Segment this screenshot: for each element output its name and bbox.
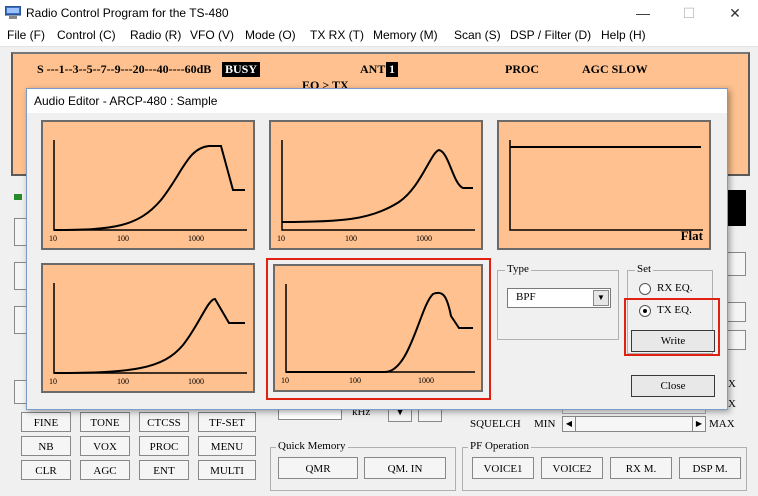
tick-label: 10 [49,234,57,243]
menu-mode[interactable]: Mode (O) [245,28,296,42]
dsp-m-button[interactable]: DSP M. [679,457,741,479]
close-window-button[interactable]: ✕ [712,0,758,26]
quick-memory-label: Quick Memory [276,440,348,452]
s-meter-scale: S ---1--3--5--7--9---20---40----60dB [37,62,212,76]
tf-set-button[interactable]: TF-SET [198,412,256,432]
tick-label: 1000 [188,377,204,386]
ctcss-button[interactable]: CTCSS [139,412,189,432]
highlight-tx-eq-write [624,298,720,356]
menu-txrx[interactable]: TX RX (T) [310,28,364,42]
minimize-button[interactable]: — [620,0,666,26]
menu-scan[interactable]: Scan (S) [454,28,501,42]
dialog-title: Audio Editor - ARCP-480 : Sample [34,94,218,108]
side-button[interactable] [726,252,746,276]
audio-editor-dialog: Audio Editor - ARCP-480 : Sample 10 100 … [26,88,728,410]
rx-eq-radio[interactable]: RX EQ. [639,282,709,296]
menu-file[interactable]: File (F) [7,28,45,42]
menu-dsp-filter[interactable]: DSP / Filter (D) [510,28,591,42]
proc-button[interactable]: PROC [139,436,189,456]
close-button[interactable]: Close [631,375,715,397]
app-icon [5,6,21,19]
tick-label: 10 [277,234,285,243]
multi-button[interactable]: MULTI [198,460,256,480]
clr-button[interactable]: CLR [21,460,71,480]
menu-control[interactable]: Control (C) [57,28,116,42]
chevron-down-icon[interactable]: ▼ [593,290,609,306]
tick-label: 10 [49,377,57,386]
menu-radio[interactable]: Radio (R) [130,28,181,42]
x-label: X [728,378,736,390]
nb-button[interactable]: NB [21,436,71,456]
voice2-button[interactable]: VOICE2 [541,457,603,479]
eq-curve-graph-flat[interactable]: Flat [497,120,711,250]
menu-button[interactable]: MENU [198,436,256,456]
ant-label: ANT [360,62,386,76]
tone-button[interactable]: TONE [80,412,130,432]
squelch-label: SQUELCH [470,418,521,430]
eq-curve-graph-2[interactable]: 10 100 1000 [269,120,483,250]
squelch-slider[interactable]: ◀ ▶ [562,416,706,432]
pf-operation-label: PF Operation [468,440,531,452]
agc-button[interactable]: AGC [80,460,130,480]
set-group-label: Set [635,263,654,275]
menu-help[interactable]: Help (H) [601,28,646,42]
tick-label: 100 [117,234,129,243]
display-strip [728,190,746,226]
maximize-button[interactable]: ☐ [666,0,712,26]
led-indicator [14,194,22,200]
menu-vfo[interactable]: VFO (V) [190,28,234,42]
menu-bar: File (F) Control (C) Radio (R) VFO (V) M… [0,26,758,47]
eq-curve-graph-1[interactable]: 10 100 1000 [41,120,255,250]
flat-label: Flat [680,228,703,243]
ent-button[interactable]: ENT [139,460,189,480]
qm-in-button[interactable]: QM. IN [364,457,446,479]
busy-indicator: BUSY [222,62,261,77]
rx-eq-label: RX EQ. [657,282,693,294]
window-title: Radio Control Program for the TS-480 [26,6,229,20]
qmr-button[interactable]: QMR [278,457,358,479]
type-select[interactable]: BPF ▼ [507,288,611,308]
eq-curve-graph-4[interactable]: 10 100 1000 [41,263,255,393]
side-button[interactable] [726,330,746,350]
tick-label: 100 [117,377,129,386]
ant-number: 1 [386,62,398,77]
tick-label: 100 [345,234,357,243]
highlight-selected-graph [266,258,491,400]
menu-memory[interactable]: Memory (M) [373,28,438,42]
tick-label: 1000 [416,234,432,243]
tick-label: 1000 [188,234,204,243]
vox-button[interactable]: VOX [80,436,130,456]
side-button[interactable] [726,302,746,322]
rx-m-button[interactable]: RX M. [610,457,672,479]
type-group-label: Type [505,263,531,275]
proc-indicator: PROC [505,62,539,76]
x-label: X [728,398,736,410]
fine-button[interactable]: FINE [21,412,71,432]
radio-circle-icon [639,283,651,295]
squelch-max-label: MAX [709,418,735,430]
type-select-value: BPF [516,291,536,303]
voice1-button[interactable]: VOICE1 [472,457,534,479]
squelch-min-label: MIN [534,418,556,430]
agc-indicator: AGC SLOW [582,62,648,76]
